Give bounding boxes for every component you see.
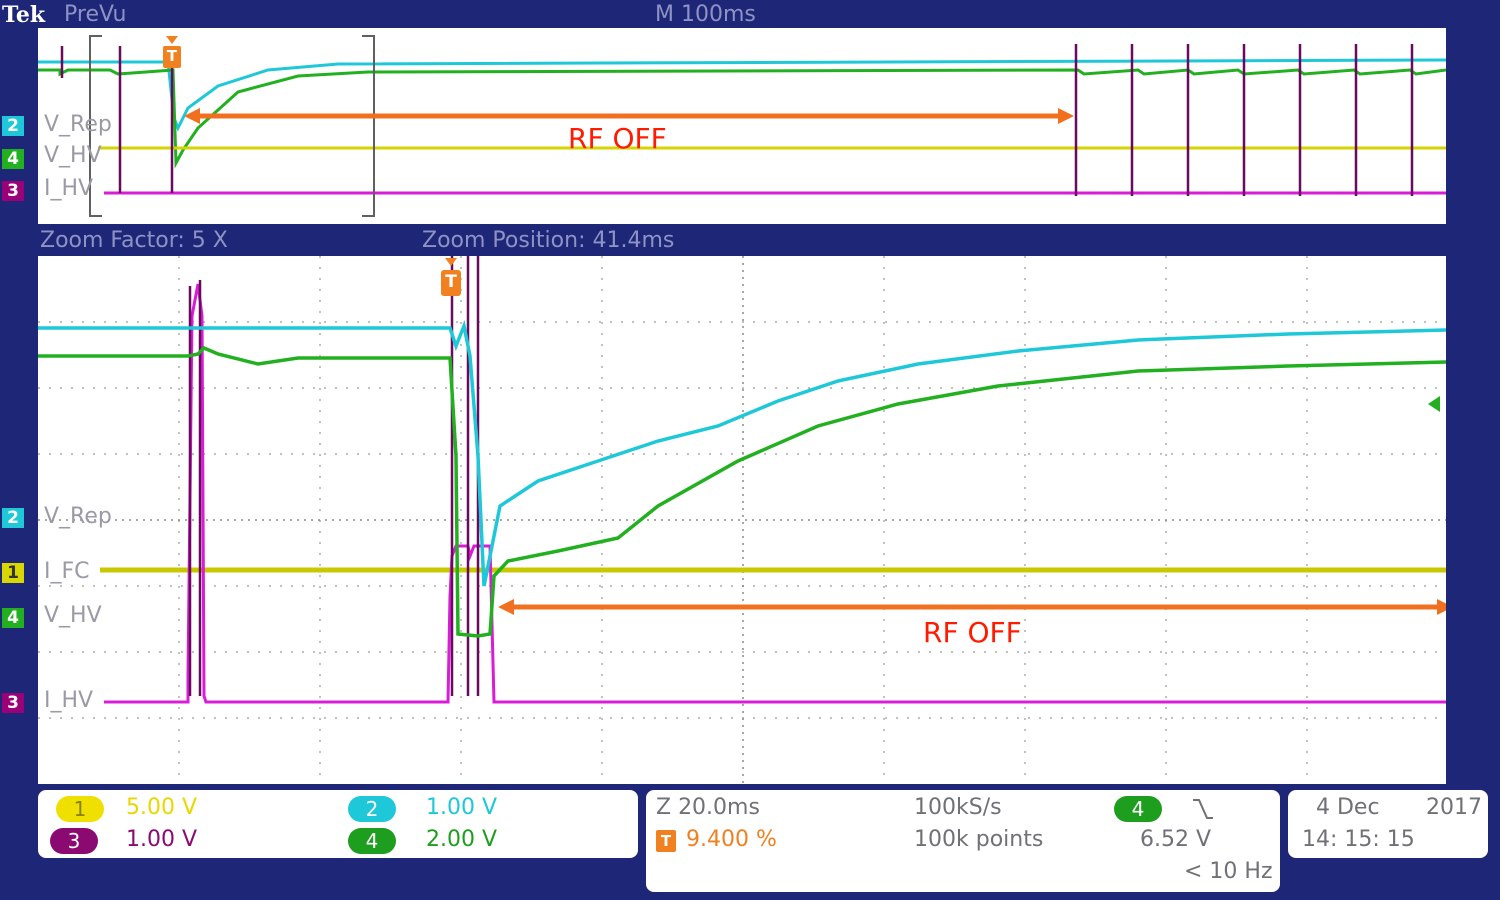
- zoom-rf-off-arrow: [498, 599, 1446, 615]
- overview-ch3-label: I_HV: [44, 176, 94, 201]
- ch1-scale-value[interactable]: 5.00 V: [126, 795, 197, 820]
- trigger-frequency: < 10 Hz: [1184, 859, 1273, 884]
- zoom-ch1-label: I_FC: [44, 559, 90, 584]
- prevu-label: PreVu: [64, 2, 127, 27]
- trigger-position-value[interactable]: 9.400 %: [686, 827, 777, 852]
- date: 4 Dec: [1316, 795, 1380, 820]
- falling-edge-icon: [1191, 796, 1215, 826]
- zoom-waveforms: [38, 256, 1446, 784]
- overview-ch2-label: V_Rep: [44, 112, 112, 137]
- zoom-ch3-badge[interactable]: 3: [2, 693, 24, 713]
- zoom-ch3-label: I_HV: [44, 688, 94, 713]
- ch3-scale-value[interactable]: 1.00 V: [126, 827, 197, 852]
- zoom-trace-i-hv: [104, 283, 1446, 704]
- year: 2017: [1426, 795, 1482, 820]
- overview-ch2-badge[interactable]: 2: [2, 116, 24, 136]
- overview-screen[interactable]: RF OFF: [38, 28, 1446, 224]
- ch2-scale-badge[interactable]: 2: [348, 796, 396, 822]
- time: 14: 15: 15: [1302, 827, 1415, 852]
- zoom-factor-readout: Zoom Factor: 5 X: [40, 228, 228, 253]
- record-length[interactable]: 100k points: [914, 827, 1043, 852]
- sample-rate: 100kS/s: [914, 795, 1002, 820]
- zoom-position-readout: Zoom Position: 41.4ms: [422, 228, 675, 253]
- overview-spikes: [60, 44, 1414, 196]
- ch4-scale-badge[interactable]: 4: [348, 828, 396, 854]
- zoom-trace-v-hv: [38, 345, 1446, 638]
- ch4-scale-value[interactable]: 2.00 V: [426, 827, 497, 852]
- channel-scale-panel: 1 5.00 V 2 1.00 V 3 1.00 V 4 2.00 V: [38, 790, 638, 858]
- zoom-ch1-badge[interactable]: 1: [2, 563, 24, 583]
- brand-logo: Tek: [2, 2, 46, 28]
- trigger-level[interactable]: 6.52 V: [1140, 827, 1211, 852]
- zoom-trigger-marker[interactable]: T: [440, 258, 462, 298]
- overview-trigger-marker[interactable]: T: [162, 36, 182, 70]
- overview-ch3-badge[interactable]: 3: [2, 181, 24, 201]
- acquisition-panel[interactable]: Z 20.0ms T 9.400 % 100kS/s 100k points 4…: [646, 790, 1280, 892]
- trigger-source-badge[interactable]: 4: [1114, 796, 1162, 822]
- zoom-ch2-label: V_Rep: [44, 504, 112, 529]
- overview-waveforms: [38, 35, 1446, 217]
- ch3-scale-badge[interactable]: 3: [50, 828, 98, 854]
- zoom-ch4-badge[interactable]: 4: [2, 608, 24, 628]
- zoom-timebase[interactable]: Z 20.0ms: [656, 795, 760, 820]
- overview-rf-off-label: RF OFF: [568, 122, 667, 155]
- zoom-trace-v-rep: [38, 319, 1446, 587]
- zoom-ch2-badge[interactable]: 2: [2, 508, 24, 528]
- datetime-panel: 4 Dec 2017 14: 15: 15: [1288, 790, 1488, 858]
- zoom-screen[interactable]: RF OFF: [38, 256, 1446, 784]
- zoom-rf-off-label: RF OFF: [923, 616, 1022, 649]
- ch2-scale-value[interactable]: 1.00 V: [426, 795, 497, 820]
- ch4-trigger-level-marker: [1428, 396, 1440, 412]
- timebase-readout[interactable]: M 100ms: [655, 2, 756, 27]
- ch1-scale-badge[interactable]: 1: [56, 796, 104, 822]
- trigger-position-icon: T: [656, 830, 676, 852]
- overview-ch4-label: V_HV: [44, 143, 102, 168]
- overview-ch4-badge[interactable]: 4: [2, 149, 24, 169]
- zoom-ch4-label: V_HV: [44, 603, 102, 628]
